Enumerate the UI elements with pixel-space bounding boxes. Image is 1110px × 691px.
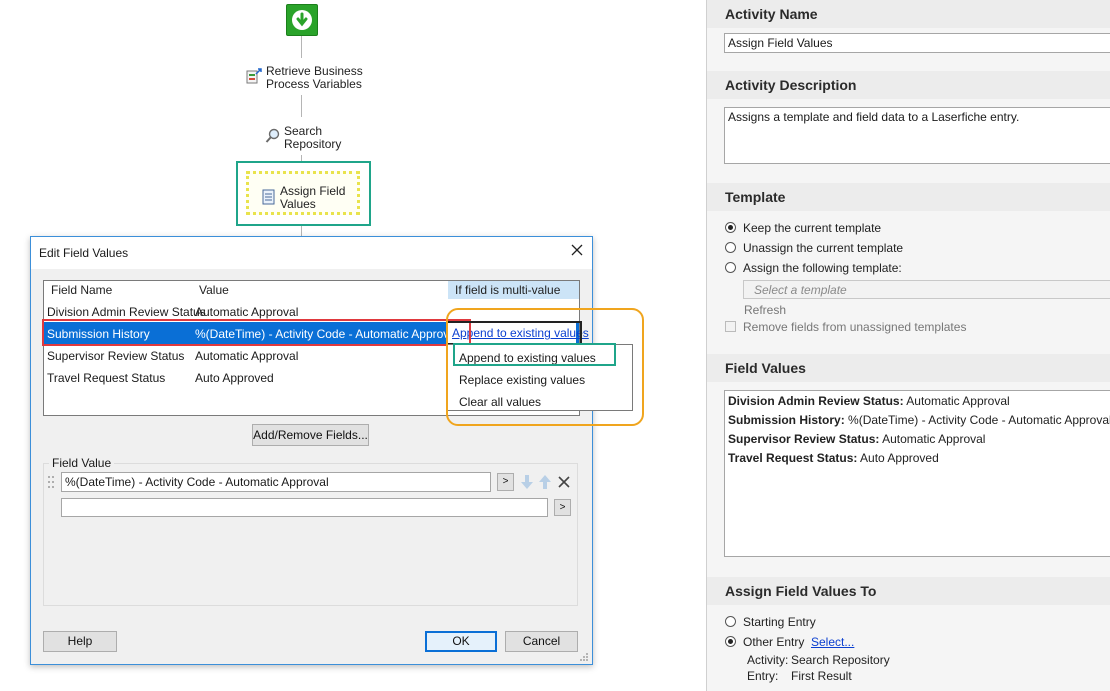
- row-field-name: Travel Request Status: [47, 371, 166, 385]
- template-select[interactable]: Select a template: [743, 280, 1110, 299]
- drag-handle-icon[interactable]: [47, 474, 55, 490]
- refresh-link[interactable]: Refresh: [744, 303, 786, 317]
- activity-label: Activity:: [747, 653, 789, 667]
- radio-keep-template[interactable]: [725, 222, 736, 233]
- workflow-step-label[interactable]: Search Repository: [284, 125, 341, 151]
- column-header-value[interactable]: Value: [199, 281, 229, 299]
- field-value-input[interactable]: %(DateTime) - Activity Code - Automatic …: [61, 472, 491, 492]
- select-entry-link[interactable]: Select...: [811, 635, 854, 649]
- row-value: Automatic Approval: [195, 305, 299, 319]
- section-header: Activity Description: [707, 71, 1110, 99]
- dialog-title: Edit Field Values: [39, 246, 129, 260]
- section-title: Assign Field Values To: [725, 583, 877, 599]
- activity-description-input[interactable]: Assigns a template and field data to a L…: [724, 107, 1110, 164]
- section-header: Field Values: [707, 354, 1110, 382]
- resize-grip-icon[interactable]: [579, 651, 589, 661]
- entry-label: Entry:: [747, 669, 779, 683]
- row-value: Automatic Approval: [195, 349, 299, 363]
- activity-name-input[interactable]: Assign Field Values: [724, 33, 1110, 53]
- field-value-label: Field Value: [49, 456, 115, 470]
- field-value-entry: Division Admin Review Status: Automatic …: [728, 394, 1010, 408]
- connector-line: [301, 36, 302, 58]
- document-icon: [262, 189, 276, 205]
- section-title: Activity Description: [725, 77, 857, 93]
- section-title: Field Values: [725, 360, 806, 376]
- close-icon[interactable]: [569, 242, 585, 258]
- radio-assign-template[interactable]: [725, 262, 736, 273]
- radio-starting-entry[interactable]: [725, 616, 736, 627]
- section-header: Assign Field Values To: [707, 577, 1110, 605]
- row-value: Auto Approved: [195, 371, 274, 385]
- delete-icon[interactable]: [557, 475, 571, 489]
- step-label-line: Values: [280, 197, 316, 211]
- properties-panel: Activity Name Assign Field Values Activi…: [706, 0, 1110, 691]
- radio-label: Starting Entry: [743, 615, 816, 629]
- column-header-multi-value[interactable]: If field is multi-value: [448, 281, 579, 299]
- section-header: Activity Name: [707, 0, 1110, 28]
- insert-token-button[interactable]: >: [497, 473, 514, 491]
- remove-fields-checkbox[interactable]: [725, 321, 736, 332]
- retrieve-variables-icon[interactable]: [246, 68, 262, 84]
- radio-label: Unassign the current template: [743, 241, 904, 255]
- field-value-entry: Supervisor Review Status: Automatic Appr…: [728, 432, 986, 446]
- field-values-summary[interactable]: Division Admin Review Status: Automatic …: [724, 390, 1110, 557]
- insert-token-button[interactable]: >: [554, 499, 571, 516]
- add-remove-fields-button[interactable]: Add/Remove Fields...: [252, 424, 369, 446]
- step-label-line: Process Variables: [266, 77, 362, 91]
- radio-other-entry[interactable]: [725, 636, 736, 647]
- checkbox-label: Remove fields from unassigned templates: [743, 320, 967, 334]
- radio-label: Other Entry: [743, 635, 805, 649]
- field-value-entry: Travel Request Status: Auto Approved: [728, 451, 939, 465]
- connector-line: [301, 226, 302, 236]
- entry-value: First Result: [791, 669, 852, 683]
- search-icon[interactable]: [265, 128, 281, 144]
- field-value-entry: Submission History: %(DateTime) - Activi…: [728, 413, 1110, 427]
- cancel-button[interactable]: Cancel: [505, 631, 578, 652]
- red-highlight-box: [42, 319, 471, 346]
- row-field-name: Supervisor Review Status: [47, 349, 185, 363]
- workflow-step-label[interactable]: Assign Field Values: [280, 185, 345, 211]
- row-field-name: Division Admin Review Status: [47, 305, 206, 319]
- edit-field-values-dialog: Edit Field Values Field Name Value If fi…: [30, 236, 644, 665]
- ok-button[interactable]: OK: [425, 631, 497, 652]
- orange-highlight-box: [446, 308, 644, 426]
- step-label-line: Repository: [284, 137, 342, 151]
- move-up-icon[interactable]: [538, 474, 552, 490]
- move-down-icon[interactable]: [520, 474, 534, 490]
- connector-line: [301, 95, 302, 117]
- radio-label: Assign the following template:: [743, 261, 902, 275]
- start-icon[interactable]: [286, 4, 318, 36]
- dialog-titlebar[interactable]: Edit Field Values: [31, 237, 592, 269]
- section-title: Template: [725, 189, 786, 205]
- section-header: Template: [707, 183, 1110, 211]
- section-title: Activity Name: [725, 6, 818, 22]
- workflow-step-label[interactable]: Retrieve Business Process Variables: [266, 65, 363, 91]
- help-button[interactable]: Help: [43, 631, 117, 652]
- activity-value: Search Repository: [791, 653, 890, 667]
- radio-unassign-template[interactable]: [725, 242, 736, 253]
- field-value-input[interactable]: [61, 498, 548, 517]
- radio-label: Keep the current template: [743, 221, 882, 235]
- column-header-field-name[interactable]: Field Name: [51, 281, 112, 299]
